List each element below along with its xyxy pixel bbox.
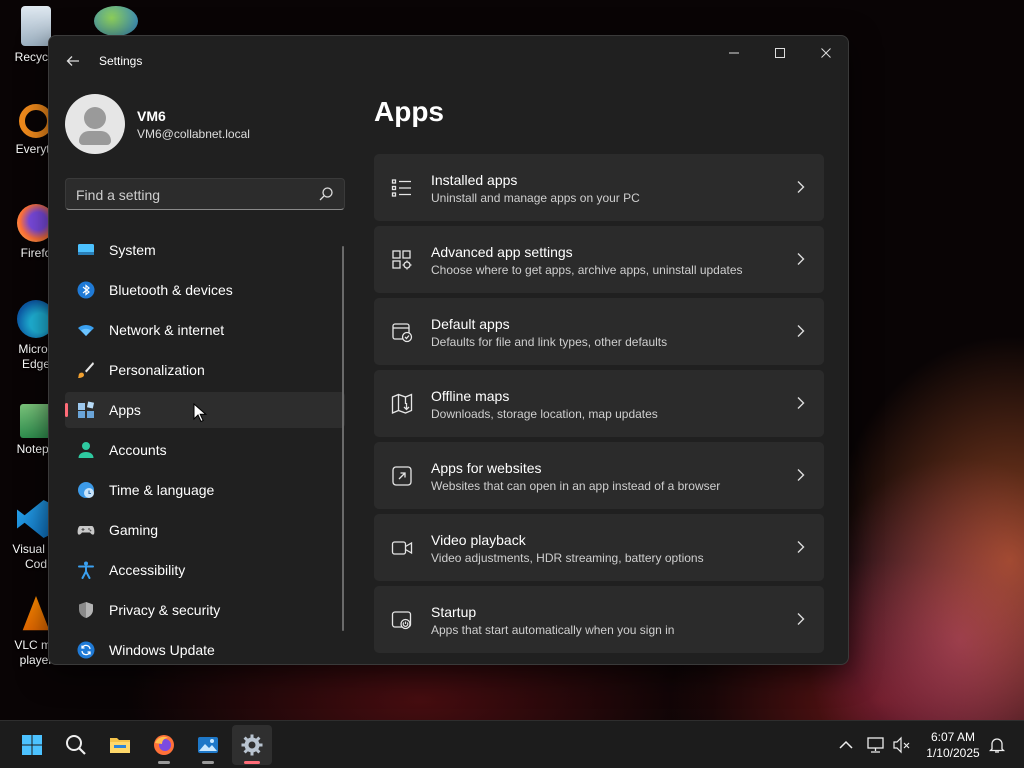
list-icon — [391, 179, 411, 197]
system-clock[interactable]: 6:07 AM 1/10/2025 — [918, 729, 988, 761]
sidebar-item-accessibility[interactable]: Accessibility — [65, 552, 345, 588]
taskbar-firefox[interactable] — [144, 725, 184, 765]
chevron-right-icon — [797, 541, 805, 553]
network-globe-icon[interactable] — [94, 6, 138, 36]
globe-icon — [78, 482, 94, 498]
bluetooth-icon — [77, 281, 95, 299]
photos-icon — [198, 737, 218, 753]
volume-muted-icon[interactable] — [892, 735, 912, 755]
search-box[interactable] — [65, 178, 345, 210]
card-startup[interactable]: Startup Apps that start automatically wh… — [374, 586, 824, 653]
start-button[interactable] — [12, 725, 52, 765]
card-default-apps[interactable]: Default apps Defaults for file and link … — [374, 298, 824, 365]
clock-date: 1/10/2025 — [926, 746, 980, 760]
taskbar-settings[interactable] — [232, 725, 272, 765]
file-explorer-icon — [110, 738, 130, 753]
recycle-bin-icon — [21, 6, 51, 46]
video-icon — [391, 541, 413, 555]
taskbar-file-explorer[interactable] — [100, 725, 140, 765]
close-button[interactable] — [803, 36, 848, 70]
running-indicator — [202, 761, 214, 764]
page-title: Apps — [374, 96, 444, 127]
card-video-playback[interactable]: Video playback Video adjustments, HDR st… — [374, 514, 824, 581]
window-title: Settings — [99, 54, 143, 68]
sidebar-item-personalization[interactable]: Personalization — [65, 352, 345, 388]
chevron-right-icon — [797, 325, 805, 337]
accounts-icon — [78, 442, 94, 458]
start-icon — [22, 735, 42, 755]
apps-icon — [78, 401, 95, 418]
open-external-icon — [392, 466, 412, 486]
startup-icon — [391, 611, 412, 630]
maximize-icon — [775, 48, 785, 58]
chevron-up-icon[interactable] — [836, 735, 856, 755]
system-icon — [78, 244, 94, 255]
search-icon[interactable] — [318, 186, 334, 202]
profile-name: VM6 — [137, 108, 166, 124]
firefox-icon — [154, 735, 174, 755]
back-arrow-icon — [66, 56, 79, 66]
close-icon — [821, 48, 831, 58]
sidebar-item-time-language[interactable]: Time & language — [65, 472, 345, 508]
map-icon — [391, 393, 413, 414]
title-bar[interactable]: Settings — [49, 36, 848, 86]
card-installed-apps[interactable]: Installed apps Uninstall and manage apps… — [374, 154, 824, 221]
mouse-cursor-icon — [193, 403, 207, 423]
shield-icon — [79, 602, 93, 618]
notification-bell-icon[interactable] — [987, 735, 1007, 755]
profile-email: VM6@collabnet.local — [137, 127, 250, 141]
card-apps-for-websites[interactable]: Apps for websites Websites that can open… — [374, 442, 824, 509]
sidebar-item-privacy-security[interactable]: Privacy & security — [65, 592, 345, 628]
sidebar-scrollbar[interactable] — [342, 246, 344, 631]
settings-window: Settings VM6 VM6@collabnet.local System … — [48, 35, 849, 665]
card-offline-maps[interactable]: Offline maps Downloads, storage location… — [374, 370, 824, 437]
brush-icon — [78, 362, 94, 378]
network-icon[interactable] — [866, 735, 886, 755]
sidebar-item-windows-update[interactable]: Windows Update — [65, 632, 345, 664]
avatar — [65, 94, 125, 154]
running-indicator — [244, 761, 260, 764]
sidebar-item-network[interactable]: Network & internet — [65, 312, 345, 348]
settings-icon — [241, 734, 263, 756]
taskbar-search-button[interactable] — [56, 725, 96, 765]
taskbar: 6:07 AM 1/10/2025 — [0, 720, 1024, 768]
minimize-button[interactable] — [711, 36, 757, 70]
search-input[interactable] — [76, 185, 306, 205]
gamepad-icon — [77, 526, 95, 535]
active-indicator — [65, 403, 68, 417]
chevron-right-icon — [797, 469, 805, 481]
clock-time: 6:07 AM — [930, 730, 976, 744]
taskbar-photos[interactable] — [188, 725, 228, 765]
wifi-icon — [78, 324, 94, 336]
update-icon — [77, 641, 95, 659]
running-indicator — [158, 761, 170, 764]
chevron-right-icon — [797, 253, 805, 265]
minimize-icon — [729, 52, 739, 54]
user-profile[interactable]: VM6 VM6@collabnet.local — [65, 94, 345, 154]
sidebar-item-bluetooth[interactable]: Bluetooth & devices — [65, 272, 345, 308]
sidebar-nav: System Bluetooth & devices Network & int… — [65, 232, 345, 664]
search-icon — [66, 735, 86, 755]
sidebar-item-system[interactable]: System — [65, 232, 345, 268]
card-advanced-app-settings[interactable]: Advanced app settings Choose where to ge… — [374, 226, 824, 293]
app-settings-icon — [392, 250, 412, 270]
accessibility-icon — [78, 561, 94, 579]
back-button[interactable] — [61, 49, 85, 73]
sidebar-item-gaming[interactable]: Gaming — [65, 512, 345, 548]
default-apps-icon — [392, 323, 413, 343]
chevron-right-icon — [797, 397, 805, 409]
chevron-right-icon — [797, 613, 805, 625]
sidebar-item-accounts[interactable]: Accounts — [65, 432, 345, 468]
maximize-button[interactable] — [757, 36, 803, 70]
chevron-right-icon — [797, 181, 805, 193]
apps-settings-list: Installed apps Uninstall and manage apps… — [374, 154, 824, 658]
